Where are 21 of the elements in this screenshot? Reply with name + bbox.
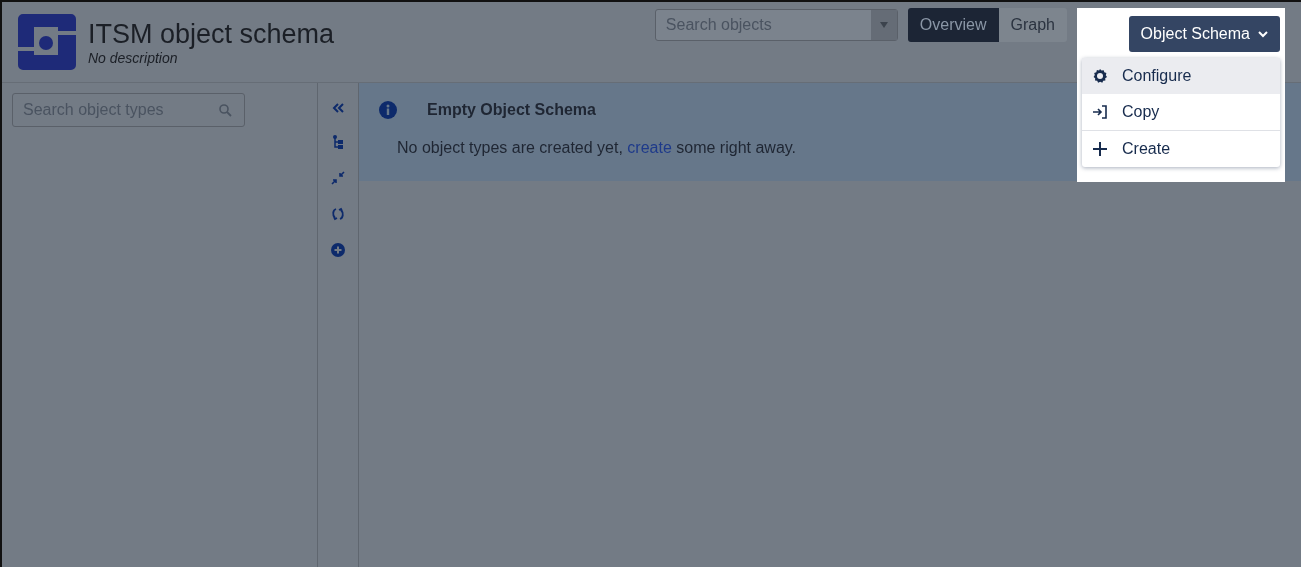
- settings-icon: [1092, 68, 1108, 84]
- search-icon[interactable]: [219, 103, 232, 117]
- add-circle-icon[interactable]: [331, 243, 345, 257]
- menu-item[interactable]: Copy: [1082, 94, 1280, 130]
- refresh-icon[interactable]: [331, 207, 345, 221]
- schema-title: ITSM object schema: [88, 18, 335, 50]
- enter-arrow-icon: [1092, 104, 1108, 120]
- shrink-arrows-icon[interactable]: [331, 171, 345, 185]
- logo-icon: [16, 13, 76, 71]
- schema-description: No description: [88, 50, 179, 66]
- double-chevron-left-icon[interactable]: [332, 103, 344, 113]
- menu-item[interactable]: Create: [1082, 131, 1280, 167]
- plus-icon: [1092, 141, 1108, 157]
- view-tab[interactable]: Overview: [907, 8, 999, 42]
- object-schema-button[interactable]: Object Schema: [1128, 16, 1280, 52]
- view-tab[interactable]: Graph: [998, 8, 1067, 42]
- hierarchy-icon[interactable]: [333, 135, 343, 149]
- info-icon: [379, 101, 397, 119]
- dropdown-arrow-icon[interactable]: [879, 22, 888, 28]
- message-title: Empty Object Schema: [426, 101, 596, 120]
- menu-item[interactable]: Configure: [1082, 58, 1280, 94]
